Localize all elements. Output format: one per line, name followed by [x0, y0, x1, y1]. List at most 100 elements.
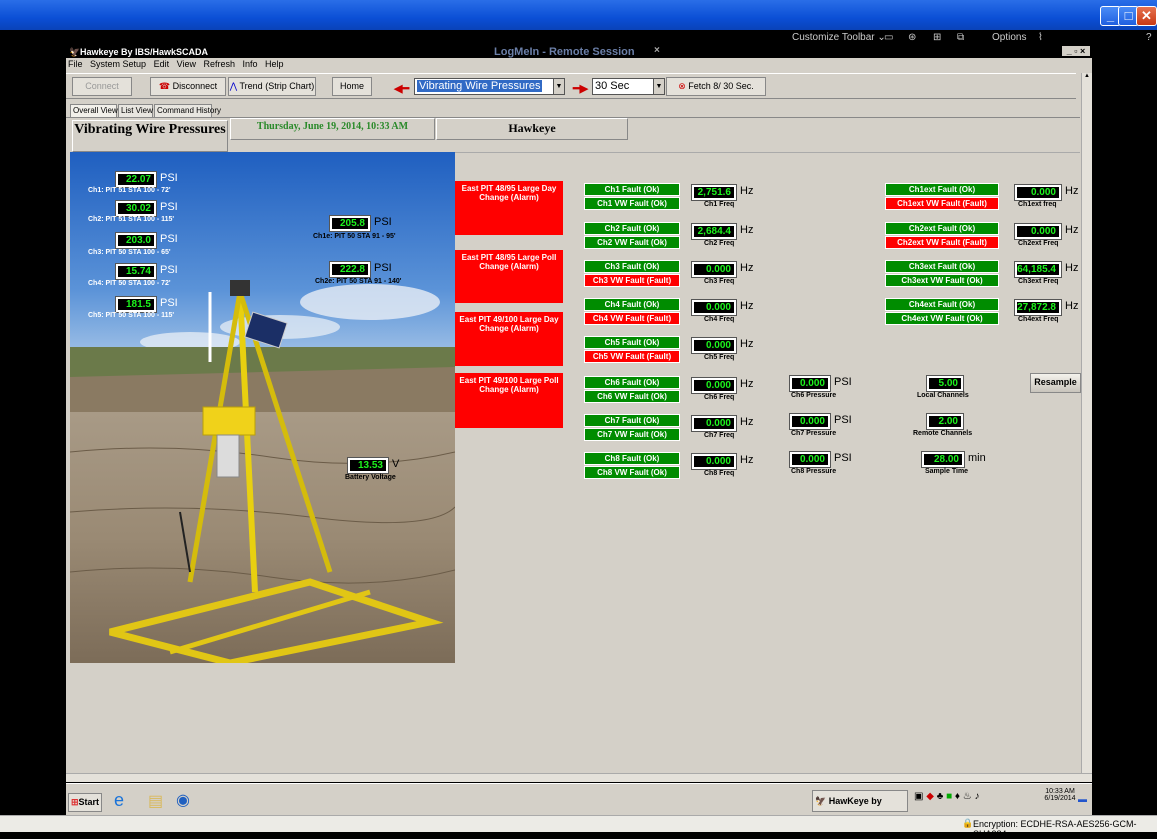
- ch6-pressure-label: Ch6 Pressure: [791, 392, 837, 399]
- ch2ext-fault-status[interactable]: Ch2ext Fault (Ok): [885, 222, 999, 235]
- close-button[interactable]: ✕: [1136, 6, 1157, 26]
- ch2-fault-status[interactable]: Ch2 Fault (Ok): [584, 222, 680, 235]
- tray-icon[interactable]: ◆: [926, 791, 934, 802]
- ch1-vw-fault-status[interactable]: Ch1 VW Fault (Ok): [584, 197, 680, 210]
- tray-icon[interactable]: ♪: [975, 791, 980, 802]
- ch4ext-freq-label: Ch4ext Freq: [1018, 316, 1059, 323]
- interval-select[interactable]: 30 Sec: [592, 78, 654, 95]
- ch3-hz-unit: Hz: [740, 262, 754, 274]
- ch5-fault-status[interactable]: Ch5 Fault (Ok): [584, 336, 680, 349]
- connect-button[interactable]: Connect: [72, 77, 132, 96]
- customize-toolbar-button[interactable]: Customize Toolbar ⌄: [792, 32, 886, 43]
- logmein-toolbar: Customize Toolbar ⌄ ▭ ⊛ ⊞ ⧉ Options ⌇ ?: [0, 30, 1157, 45]
- ch4-pressure-readout: 15.74: [115, 263, 157, 280]
- ch4ext-vw-fault-status[interactable]: Ch4ext VW Fault (Ok): [885, 312, 999, 325]
- ch6-vw-fault-status[interactable]: Ch6 VW Fault (Ok): [584, 390, 680, 403]
- ch5-vw-fault-status[interactable]: Ch5 VW Fault (Fault): [584, 350, 680, 363]
- screen-select[interactable]: Vibrating Wire Pressures: [414, 78, 554, 95]
- ch3-fault-status[interactable]: Ch3 Fault (Ok): [584, 260, 680, 273]
- tab-command-history[interactable]: Command History: [154, 104, 221, 118]
- resample-button[interactable]: Resample: [1030, 373, 1081, 393]
- alarm-pit49-day[interactable]: East PIT 49/100 Large Day Change (Alarm): [455, 312, 563, 366]
- window-icon[interactable]: ⧉: [957, 32, 964, 43]
- scroll-up-icon[interactable]: ▲: [1082, 73, 1092, 83]
- ch3ext-vw-fault-status[interactable]: Ch3ext VW Fault (Ok): [885, 274, 999, 287]
- tray-icon[interactable]: ▣: [914, 791, 923, 802]
- ch1ext-vw-fault-status[interactable]: Ch1ext VW Fault (Fault): [885, 197, 999, 210]
- fetch-button[interactable]: ⊗ Fetch 8/ 30 Sec.: [666, 77, 766, 96]
- ch8-fault-status[interactable]: Ch8 Fault (Ok): [584, 452, 680, 465]
- ch1e-pressure-readout: 205.8: [329, 215, 371, 232]
- chevron-down-icon[interactable]: ▼: [553, 78, 565, 95]
- system-tray: ▣ ◆ ♣ ■ ♦ ♨ ♪: [914, 791, 1034, 811]
- ch1-label: Ch1: PIT 51 STA 100 - 72': [88, 187, 171, 194]
- alarm-pit48-poll[interactable]: East PIT 48/95 Large Poll Change (Alarm): [455, 250, 563, 303]
- tray-icon[interactable]: ■: [946, 791, 952, 802]
- tab-overall-view[interactable]: Overall View: [70, 104, 118, 118]
- trend-button[interactable]: ⋀ Trend (Strip Chart): [228, 77, 316, 96]
- ch6-fault-status[interactable]: Ch6 Fault (Ok): [584, 376, 680, 389]
- menu-info[interactable]: Info: [243, 59, 258, 69]
- ch1ext-fault-status[interactable]: Ch1ext Fault (Ok): [885, 183, 999, 196]
- options-button[interactable]: Options: [992, 32, 1026, 43]
- tray-icon[interactable]: ♣: [937, 791, 944, 802]
- ch5-pressure-readout: 181.5: [115, 296, 157, 313]
- prev-arrow-icon[interactable]: ◀━: [394, 82, 409, 95]
- folder-icon[interactable]: ▤: [148, 791, 163, 811]
- home-button[interactable]: Home: [332, 77, 372, 96]
- chevron-down-icon[interactable]: ▼: [653, 78, 665, 95]
- tab-list-view[interactable]: List View: [118, 104, 153, 118]
- ch3-vw-fault-status[interactable]: Ch3 VW Fault (Fault): [584, 274, 680, 287]
- menu-edit[interactable]: Edit: [154, 59, 170, 69]
- menu-view[interactable]: View: [177, 59, 196, 69]
- clock[interactable]: 10:33 AM 6/19/2014: [1040, 788, 1080, 802]
- ch3-pressure-readout: 203.0: [115, 232, 157, 249]
- zoom-icon[interactable]: ⊛: [908, 32, 916, 43]
- ch6-freq-label: Ch6 Freq: [704, 394, 735, 401]
- alarm-pit49-poll[interactable]: East PIT 49/100 Large Poll Change (Alarm…: [455, 373, 563, 428]
- ch3ext-fault-status[interactable]: Ch3ext Fault (Ok): [885, 260, 999, 273]
- ch2e-pressure-readout: 222.8: [329, 261, 371, 278]
- network-icon[interactable]: ⊞: [933, 32, 941, 43]
- app-window-controls[interactable]: _ ▫ ×: [1062, 46, 1090, 56]
- horizontal-scrollbar[interactable]: [66, 773, 1092, 782]
- ch2ext-vw-fault-status[interactable]: Ch2ext VW Fault (Fault): [885, 236, 999, 249]
- next-arrow-icon[interactable]: ━▶: [573, 82, 588, 95]
- ch7-fault-status[interactable]: Ch7 Fault (Ok): [584, 414, 680, 427]
- ch4-vw-fault-status[interactable]: Ch4 VW Fault (Fault): [584, 312, 680, 325]
- screen-icon[interactable]: ▭: [884, 32, 893, 43]
- menu-system-setup[interactable]: System Setup: [90, 59, 146, 69]
- help-button[interactable]: ?: [1146, 32, 1152, 43]
- ch5-freq-label: Ch5 Freq: [704, 354, 735, 361]
- session-title: LogMeIn - Remote Session: [494, 46, 635, 58]
- start-button[interactable]: ⊞Start: [68, 793, 102, 812]
- tray-icon[interactable]: ♦: [955, 791, 960, 802]
- local-channels-readout[interactable]: 5.00: [926, 375, 964, 392]
- menu-help[interactable]: Help: [265, 59, 284, 69]
- media-player-icon[interactable]: ◉: [176, 790, 190, 810]
- menu-file[interactable]: File: [68, 59, 83, 69]
- ch7-vw-fault-status[interactable]: Ch7 VW Fault (Ok): [584, 428, 680, 441]
- ch4-fault-status[interactable]: Ch4 Fault (Ok): [584, 298, 680, 311]
- tray-icon[interactable]: ♨: [963, 791, 972, 802]
- ch1-pressure-readout: 22.07: [115, 171, 157, 188]
- binoculars-icon: ⊗: [678, 81, 689, 91]
- brand-label: Hawkeye: [436, 118, 628, 140]
- remote-channels-readout[interactable]: 2.00: [926, 413, 964, 430]
- ch8-vw-fault-status[interactable]: Ch8 VW Fault (Ok): [584, 466, 680, 479]
- session-close-icon[interactable]: ×: [654, 45, 660, 56]
- vertical-scrollbar[interactable]: ▲: [1081, 73, 1092, 773]
- disconnect-button[interactable]: ☎ Disconnect: [150, 77, 226, 96]
- ch1-fault-status[interactable]: Ch1 Fault (Ok): [584, 183, 680, 196]
- ch5-hz-unit: Hz: [740, 338, 754, 350]
- ie-icon[interactable]: e: [114, 790, 124, 811]
- ch4ext-fault-status[interactable]: Ch4ext Fault (Ok): [885, 298, 999, 311]
- taskbar-app-button[interactable]: 🦅 HawKeye by Hawk...: [812, 790, 908, 826]
- menu-refresh[interactable]: Refresh: [203, 59, 235, 69]
- ch2-vw-fault-status[interactable]: Ch2 VW Fault (Ok): [584, 236, 680, 249]
- ch2ext-freq-readout: 0.000: [1014, 223, 1062, 240]
- desktop-icon[interactable]: ▬: [1078, 794, 1087, 804]
- alarm-pit48-day[interactable]: East PIT 48/95 Large Day Change (Alarm): [455, 181, 563, 235]
- sample-time-readout[interactable]: 28.00: [921, 451, 965, 468]
- local-channels-label: Local Channels: [917, 392, 969, 399]
